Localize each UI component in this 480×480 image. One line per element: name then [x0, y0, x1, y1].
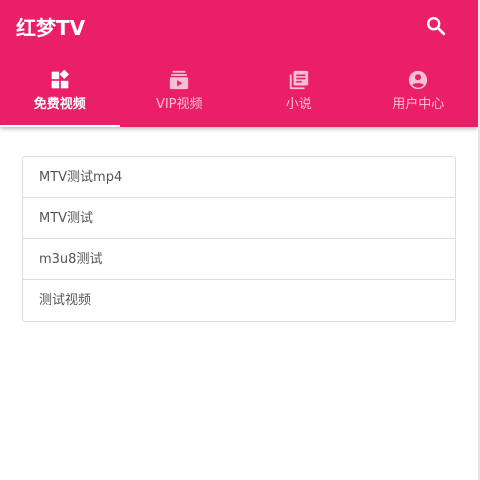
account-circle-icon — [407, 69, 429, 91]
subscriptions-icon — [168, 69, 190, 91]
tab-user-center[interactable]: 用户中心 — [359, 56, 479, 127]
video-list: MTV测试mp4 MTV测试 m3u8测试 测试视频 — [22, 156, 456, 322]
tab-indicator — [239, 125, 359, 127]
library-books-icon — [288, 69, 310, 91]
app-title: 红梦TV — [16, 16, 86, 40]
tab-indicator — [359, 125, 479, 127]
list-item[interactable]: m3u8测试 — [23, 239, 455, 280]
tab-bar: 免费视频 VIP视频 小说 用户中心 — [0, 56, 478, 127]
active-tab-indicator — [0, 125, 120, 127]
search-button[interactable] — [422, 12, 450, 40]
tab-label: VIP视频 — [155, 97, 203, 112]
tab-free-videos[interactable]: 免费视频 — [0, 56, 120, 127]
tab-indicator — [120, 125, 240, 127]
list-item[interactable]: MTV测试 — [23, 198, 455, 239]
tab-vip-videos[interactable]: VIP视频 — [120, 56, 240, 127]
tab-label: 小说 — [285, 97, 312, 112]
tab-label: 用户中心 — [392, 97, 445, 112]
app-bar: 红梦TV 免费视频 VIP视频 小说 用户中心 — [0, 0, 478, 127]
list-item[interactable]: MTV测试mp4 — [23, 157, 455, 198]
tab-novels[interactable]: 小说 — [239, 56, 359, 127]
dashboard-icon — [49, 69, 71, 91]
search-icon — [427, 17, 446, 36]
tab-label: 免费视频 — [33, 97, 86, 112]
list-item[interactable]: 测试视频 — [23, 280, 455, 321]
